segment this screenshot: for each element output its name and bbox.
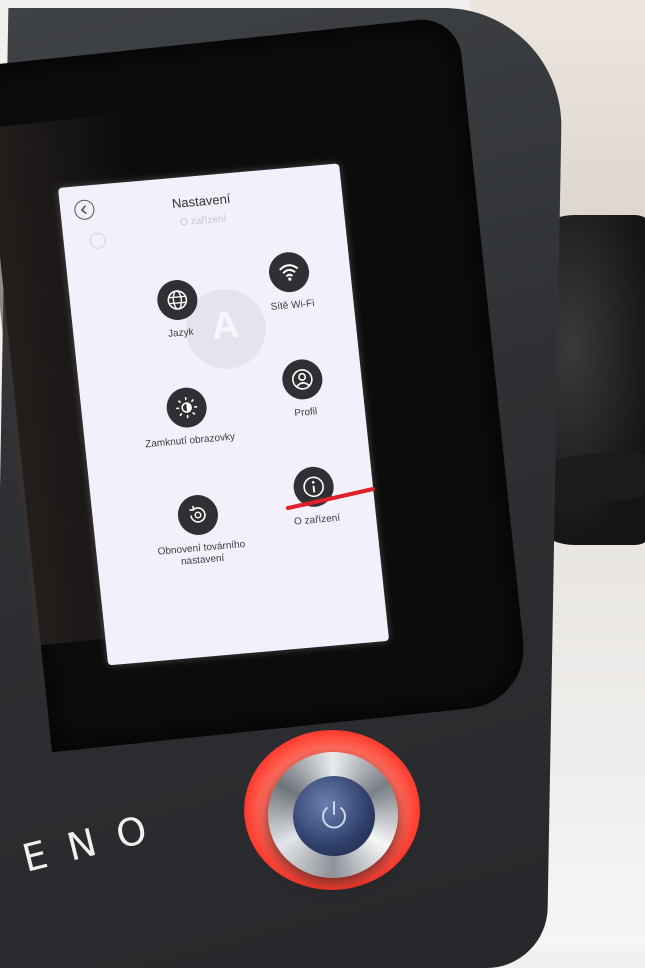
wifi-icon <box>267 251 311 294</box>
menu-item-screen-lock[interactable]: Zamknutí obrazovky <box>130 383 246 452</box>
menu-item-label: O zařízení <box>262 510 373 532</box>
menu-item-label: Profil <box>250 402 361 424</box>
menu-item-label: Obnovení továrního nastavení <box>146 538 258 571</box>
menu-item-label: Zamknutí obrazovky <box>135 431 246 453</box>
menu-item-factory-reset[interactable]: Obnovení továrního nastavení <box>141 490 258 571</box>
factory-reset-icon <box>176 493 220 536</box>
power-icon <box>315 796 353 836</box>
power-button-face[interactable] <box>293 776 375 856</box>
profile-icon <box>280 358 324 401</box>
menu-item-label: Sítě Wi-Fi <box>237 295 348 317</box>
red-underline-annotation <box>285 486 377 512</box>
menu-item-profile[interactable]: Profil <box>245 355 361 424</box>
menu-item-wifi[interactable]: Sítě Wi-Fi <box>232 247 348 316</box>
brightness-icon <box>165 386 209 429</box>
menu-item-language[interactable]: Jazyk <box>120 275 236 344</box>
settings-screen: Nastavení O zařízení A Jazyk Sítě Wi-Fi <box>58 163 389 665</box>
globe-icon <box>155 278 199 321</box>
